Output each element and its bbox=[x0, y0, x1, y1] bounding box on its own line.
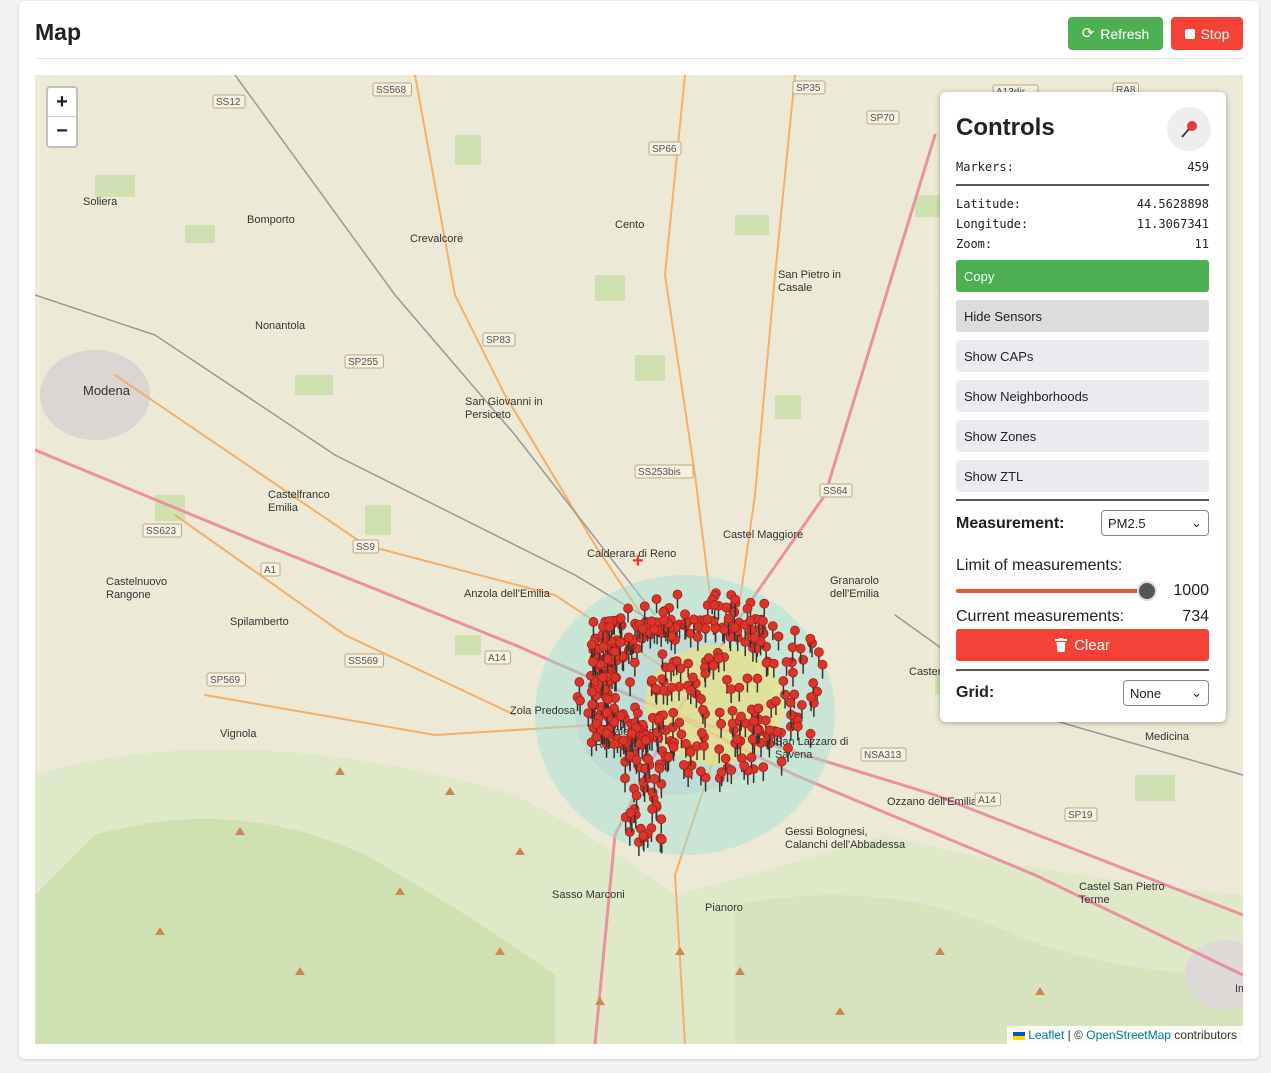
show-zones-button[interactable]: Show Zones bbox=[956, 420, 1209, 452]
grid-value: None bbox=[1130, 685, 1162, 701]
measurement-value: PM2.5 bbox=[1108, 515, 1146, 531]
markers-value: 459 bbox=[1187, 160, 1209, 174]
sensor-marker[interactable] bbox=[629, 657, 640, 677]
zoom-label: Zoom: bbox=[956, 237, 993, 251]
sensor-marker[interactable] bbox=[805, 728, 816, 748]
show-neighborhoods-button[interactable]: Show Neighborhoods bbox=[956, 380, 1209, 412]
longitude-value: 11.3067341 bbox=[1136, 217, 1209, 231]
divider bbox=[956, 499, 1209, 501]
controls-panel: Controls Markers: 459 Latitude: 44.56288… bbox=[940, 92, 1226, 722]
markers-label: Markers: bbox=[956, 160, 1014, 174]
sensor-marker[interactable] bbox=[656, 834, 667, 854]
sensor-marker[interactable] bbox=[647, 804, 658, 823]
page-title: Map bbox=[35, 19, 81, 45]
zoom-row: Zoom: 11 bbox=[956, 237, 1209, 251]
show-caps-button[interactable]: Show CAPs bbox=[956, 340, 1209, 372]
sensor-marker[interactable] bbox=[773, 631, 784, 651]
sensor-marker[interactable] bbox=[656, 779, 667, 799]
limit-value: 1000 bbox=[1173, 582, 1209, 599]
measurement-label: Measurement: bbox=[956, 515, 1065, 532]
grid-select[interactable]: None ⌄ bbox=[1123, 680, 1209, 706]
zoom-out-button[interactable]: − bbox=[48, 117, 76, 146]
stop-icon bbox=[1184, 28, 1195, 39]
leaflet-link[interactable]: Leaflet bbox=[1028, 1028, 1064, 1042]
refresh-button[interactable]: ⟳ Refresh bbox=[1068, 17, 1163, 50]
measurement-select[interactable]: PM2.5 ⌄ bbox=[1101, 510, 1209, 536]
divider bbox=[956, 669, 1209, 671]
sensor-marker[interactable] bbox=[716, 718, 727, 738]
divider bbox=[956, 184, 1209, 186]
sensor-marker[interactable] bbox=[756, 738, 766, 757]
sensor-marker[interactable] bbox=[768, 658, 779, 678]
refresh-icon: ⟳ bbox=[1081, 25, 1095, 42]
grid-label: Grid: bbox=[956, 684, 995, 701]
sensor-marker[interactable] bbox=[710, 623, 721, 643]
latitude-label: Latitude: bbox=[956, 197, 1022, 211]
sensor-marker[interactable] bbox=[726, 684, 737, 704]
sensor-marker[interactable] bbox=[792, 721, 803, 741]
sensor-marker[interactable] bbox=[788, 667, 798, 687]
current-measurements-label: Current measurements: bbox=[956, 608, 1125, 625]
attribution-suffix: contributors bbox=[1170, 1028, 1237, 1042]
chevron-down-icon: ⌄ bbox=[1191, 515, 1202, 530]
longitude-label: Longitude: bbox=[956, 217, 1029, 231]
zoom-in-button[interactable]: + bbox=[48, 88, 76, 117]
header-divider bbox=[35, 58, 1243, 59]
limit-label: Limit of measurements: bbox=[956, 557, 1123, 574]
sensor-marker[interactable] bbox=[752, 673, 763, 693]
osm-link[interactable]: OpenStreetMap bbox=[1086, 1028, 1171, 1042]
stop-label: Stop bbox=[1200, 25, 1230, 42]
sensor-marker[interactable] bbox=[588, 617, 599, 636]
sensor-marker[interactable] bbox=[620, 773, 630, 793]
sensor-marker[interactable] bbox=[776, 756, 787, 776]
sensor-marker[interactable] bbox=[790, 625, 800, 645]
stop-button[interactable]: Stop bbox=[1171, 17, 1243, 50]
trash-icon bbox=[1055, 638, 1068, 652]
sensor-marker[interactable] bbox=[700, 623, 711, 643]
sensor-marker[interactable] bbox=[742, 673, 753, 693]
sensor-marker[interactable] bbox=[699, 741, 709, 760]
sensor-marker[interactable] bbox=[625, 677, 635, 697]
attribution-separator: | © bbox=[1064, 1028, 1087, 1042]
hide-sensors-button[interactable]: Hide Sensors bbox=[956, 300, 1209, 332]
center-crosshair-icon: + bbox=[632, 550, 644, 572]
current-measurements-value: 734 bbox=[1182, 608, 1209, 625]
sensor-marker[interactable] bbox=[624, 826, 635, 846]
longitude-row: Longitude: 11.3067341 bbox=[956, 217, 1209, 231]
zoom-value: 11 bbox=[1194, 237, 1209, 251]
controls-title: Controls bbox=[956, 114, 1055, 141]
sensor-marker[interactable] bbox=[734, 682, 745, 702]
latitude-value: 44.5628898 bbox=[1136, 197, 1209, 211]
clear-label: Clear bbox=[1074, 636, 1110, 654]
markers-row: Markers: 459 bbox=[956, 160, 1209, 174]
copy-button[interactable]: Copy bbox=[956, 260, 1209, 292]
chevron-down-icon: ⌄ bbox=[1191, 685, 1202, 700]
refresh-label: Refresh bbox=[1100, 25, 1150, 42]
attribution: Leaflet | © OpenStreetMap contributors bbox=[1006, 1026, 1243, 1044]
ukraine-flag-icon bbox=[1012, 1031, 1025, 1040]
sensor-marker[interactable] bbox=[692, 632, 703, 652]
latitude-row: Latitude: 44.5628898 bbox=[956, 197, 1209, 211]
zoom-control: + − bbox=[46, 86, 78, 148]
sensor-marker[interactable] bbox=[817, 659, 828, 679]
limit-slider-track[interactable] bbox=[956, 589, 1146, 593]
sensor-marker[interactable] bbox=[725, 632, 736, 652]
sensor-marker[interactable] bbox=[656, 814, 667, 834]
show-ztl-button[interactable]: Show ZTL bbox=[956, 460, 1209, 492]
limit-slider-thumb[interactable] bbox=[1137, 581, 1157, 601]
sensor-marker[interactable] bbox=[672, 589, 683, 609]
pin-button[interactable] bbox=[1167, 107, 1211, 151]
pushpin-icon bbox=[1181, 121, 1197, 138]
sensor-marker[interactable] bbox=[758, 762, 769, 782]
clear-button[interactable]: Clear bbox=[956, 629, 1209, 661]
